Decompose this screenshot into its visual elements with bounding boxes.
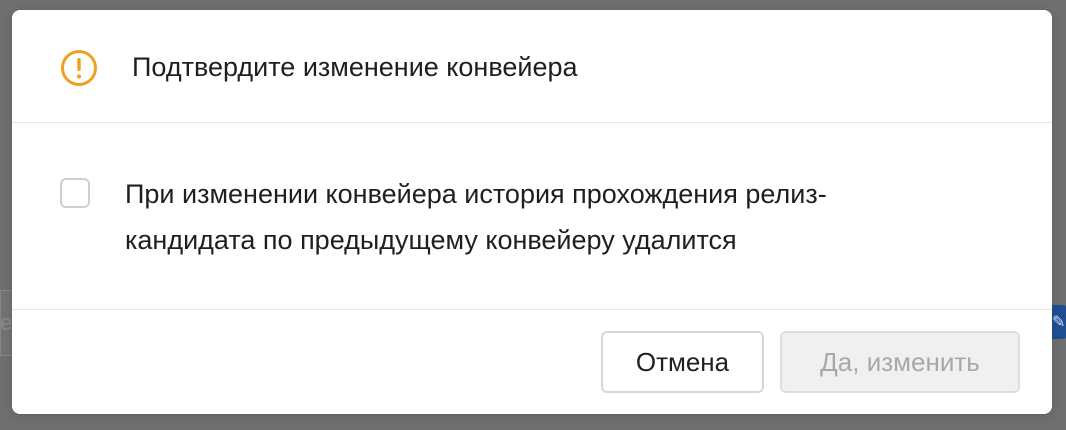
background-partial-text: e <box>0 310 13 335</box>
confirm-change-button[interactable]: Да, изменить <box>780 331 1020 393</box>
checkbox-label[interactable]: При изменении конвейера история прохожде… <box>125 171 925 263</box>
dialog-footer: Отмена Да, изменить <box>12 310 1052 414</box>
exclamation-circle-icon <box>61 50 97 86</box>
cancel-button[interactable]: Отмена <box>601 331 764 393</box>
confirm-dialog: Подтвердите изменение конвейера При изме… <box>12 10 1052 414</box>
dialog-header: Подтвердите изменение конвейера <box>12 10 1052 123</box>
edit-icon: ✎ <box>1052 314 1066 331</box>
dialog-title: Подтвердите изменение конвейера <box>132 52 578 82</box>
confirm-checkbox[interactable] <box>60 178 90 208</box>
dialog-body: При изменении конвейера история прохожде… <box>12 123 1052 310</box>
